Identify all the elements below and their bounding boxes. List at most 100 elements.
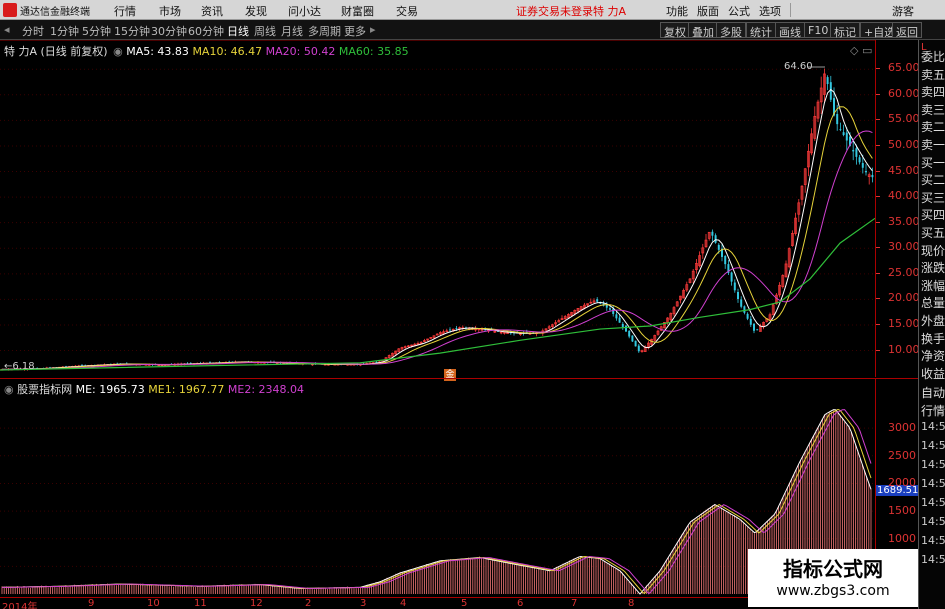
indicator-panel[interactable]: ◉ 股票指标网 ME: 1965.73 ME1: 1967.77 ME2: 23… (0, 378, 875, 597)
candle-body (842, 132, 845, 136)
side-panel-item[interactable]: 卖三 (921, 101, 945, 118)
tab-period-daily[interactable]: 日线 (227, 23, 249, 39)
back-button[interactable]: 返回 (892, 22, 922, 39)
menu-item-ask[interactable]: 问小达 (288, 3, 321, 19)
candle-body (628, 330, 631, 337)
multi-stock-button[interactable]: 多股 (716, 22, 746, 39)
candle-body (861, 163, 864, 168)
tab-period-30min[interactable]: 30分钟 (151, 23, 187, 39)
mark-button[interactable]: 标记 (830, 22, 860, 39)
tab-period-multi[interactable]: 多周期 (308, 23, 341, 39)
indicator-settings-icon[interactable]: ◉ (4, 383, 14, 396)
candle-body (724, 255, 727, 265)
candle-body (746, 313, 749, 319)
price-tick-label: 55.00 (888, 112, 920, 126)
ma5-legend: MA5: 43.83 (126, 45, 189, 58)
side-panel-item[interactable]: 自动 (921, 384, 945, 401)
chevron-down-icon[interactable]: ▸ (370, 23, 376, 36)
price-tick-label: 45.00 (888, 163, 920, 177)
tab-period-15min[interactable]: 15分钟 (114, 23, 150, 39)
f10-button[interactable]: F10 (804, 22, 833, 38)
side-panel-item[interactable]: 收益 (921, 365, 945, 382)
candle-body (836, 114, 839, 125)
app-title: 通达信金融终端 (20, 7, 90, 18)
price-tick-mark (876, 196, 880, 198)
side-panel-item[interactable]: 买四 (921, 206, 945, 223)
tab-period-60min[interactable]: 60分钟 (188, 23, 224, 39)
candle-body (737, 291, 739, 300)
menu-item-function[interactable]: 功能 (666, 3, 688, 19)
side-panel-item[interactable]: 涨跌 (921, 259, 945, 276)
price-tick-label: 60.00 (888, 86, 920, 100)
price-tick-mark (876, 68, 880, 70)
side-panel-item[interactable]: 买三 (921, 189, 945, 206)
side-panel-item[interactable]: 委比 (921, 48, 945, 65)
user-label[interactable]: 游客 (892, 3, 914, 19)
tab-period-intraday[interactable]: 分时 (22, 23, 44, 39)
menu-item-wealth[interactable]: 财富圈 (341, 3, 374, 19)
price-axis: 10.00 15.00 20.00 25.00 30.00 35.00 40.00 45.00… (875, 40, 920, 377)
price-chart-panel[interactable]: 特 力A (日线 前复权) ◉ MA5: 43.83 MA10: 46.47 M… (0, 40, 875, 381)
side-panel-item[interactable]: 买一 (921, 154, 945, 171)
settings-icon[interactable]: ◉ (113, 45, 123, 58)
candle-body (631, 335, 634, 342)
tick-time: 14:56 (921, 420, 945, 433)
candle-body (826, 77, 829, 85)
side-panel-item[interactable]: 总量 (921, 294, 945, 311)
side-panel-item[interactable]: 换手 (921, 330, 945, 347)
adjust-button[interactable]: 复权 (660, 22, 690, 39)
price-tick-mark (876, 272, 880, 274)
menu-item-market[interactable]: 市场 (159, 3, 181, 19)
side-panel-item[interactable]: 现价 (921, 242, 945, 259)
stats-button[interactable]: 统计 (746, 22, 776, 39)
side-panel-item[interactable]: 卖一 (921, 136, 945, 153)
overlay-button[interactable]: 叠加 (688, 22, 718, 39)
side-panel-item[interactable]: 买二 (921, 171, 945, 188)
price-tick-label: 40.00 (888, 189, 920, 203)
menu-item-layout[interactable]: 版面 (697, 3, 719, 19)
tab-period-5min[interactable]: 5分钟 (82, 23, 111, 39)
indicator-legend: ◉ 股票指标网 ME: 1965.73 ME1: 1967.77 ME2: 23… (4, 381, 304, 397)
side-panel-item[interactable]: 买五 (921, 224, 945, 241)
tick-time: 14:56 (921, 477, 945, 490)
menu-bar: 通达信金融终端 行情 市场 资讯 发现 问小达 财富圈 交易 证券交易未登录 特… (0, 0, 945, 20)
indicator-tick-label: 3000 (888, 421, 916, 435)
indicator-tick-label: 2500 (888, 448, 916, 462)
tick-time: 14:56 (921, 458, 945, 471)
side-panel-item[interactable]: 外盘 (921, 312, 945, 329)
ma20-legend: MA20: 50.42 (265, 45, 336, 58)
side-panel-item[interactable]: 涨幅 (921, 277, 945, 294)
date-tick-label: 2 (305, 598, 312, 609)
tab-period-1min[interactable]: 1分钟 (50, 23, 79, 39)
drawline-button[interactable]: 画线 (775, 22, 805, 39)
menu-item-quotes[interactable]: 行情 (114, 3, 136, 19)
candle-body (845, 132, 848, 141)
prev-icon[interactable]: ◂ (4, 23, 10, 36)
date-tick-label: 11 (194, 598, 207, 609)
panel-options-icon[interactable]: ◇ ▭ (850, 44, 872, 57)
tab-period-weekly[interactable]: 周线 (254, 23, 276, 39)
side-panel-item[interactable]: 卖二 (921, 118, 945, 135)
tab-period-monthly[interactable]: 月线 (281, 23, 303, 39)
candle-body (740, 299, 743, 307)
date-tick-label: 6 (517, 598, 524, 609)
side-panel-item[interactable]: 卖五 (921, 66, 945, 83)
me2-legend: ME2: 2348.04 (227, 383, 305, 396)
side-panel-item[interactable]: 卖四 (921, 83, 945, 100)
candle-body (717, 244, 720, 250)
menu-item-formula[interactable]: 公式 (728, 3, 750, 19)
candle-body (858, 157, 861, 163)
high-price-label: 64.60 (784, 61, 813, 72)
menu-item-discover[interactable]: 发现 (245, 3, 267, 19)
side-panel-item[interactable]: 行情 (921, 402, 945, 419)
menu-item-news[interactable]: 资讯 (201, 3, 223, 19)
tab-period-more[interactable]: 更多 (344, 23, 366, 39)
indicator-tick-label: 1000 (888, 531, 916, 545)
menu-item-trade[interactable]: 交易 (396, 3, 418, 19)
me1-legend: ME1: 1967.77 (148, 383, 225, 396)
login-notice[interactable]: 证券交易未登录 (516, 3, 593, 19)
side-panel-item[interactable]: 净资 (921, 347, 945, 364)
menu-item-options[interactable]: 选项 (759, 3, 781, 19)
price-tick-mark (876, 93, 880, 95)
window-controls[interactable] (790, 3, 838, 17)
